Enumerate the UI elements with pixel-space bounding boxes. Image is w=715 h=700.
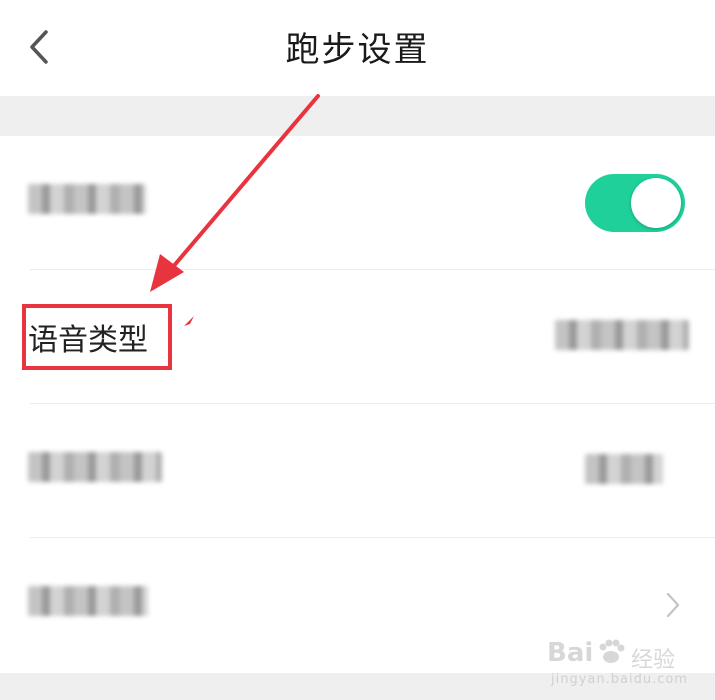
baidu-jingyan-watermark: Bai 经验 jingyan.baidu.com	[547, 632, 697, 692]
settings-list: 语音类型	[0, 136, 715, 673]
section-gap	[0, 96, 715, 136]
voice-type-label: 语音类型	[28, 323, 148, 358]
blurred-label	[28, 452, 162, 482]
chevron-right-icon	[666, 592, 680, 618]
watermark-cn-text: 经验	[631, 648, 676, 673]
page-title: 跑步设置	[285, 30, 430, 70]
setting-row-voice-type[interactable]: 语音类型	[0, 270, 715, 404]
setting-label-blurred	[28, 452, 162, 490]
toggle-knob	[631, 178, 681, 228]
setting-label-blurred	[28, 586, 148, 624]
setting-label-blurred	[28, 184, 146, 222]
setting-row-voice-toggle	[0, 136, 715, 270]
voice-type-value	[555, 320, 689, 354]
blurred-value	[555, 320, 689, 350]
paw-icon	[599, 639, 625, 663]
blurred-value	[585, 454, 663, 484]
blurred-label	[28, 184, 146, 214]
blurred-label	[28, 586, 148, 616]
setting-row-3[interactable]	[0, 404, 715, 538]
header-bar: 跑步设置	[0, 0, 715, 96]
watermark-logo: Bai	[547, 638, 594, 668]
voice-toggle-switch[interactable]	[585, 174, 685, 232]
watermark-url: jingyan.baidu.com	[551, 672, 688, 687]
setting-value-blurred	[585, 454, 663, 488]
